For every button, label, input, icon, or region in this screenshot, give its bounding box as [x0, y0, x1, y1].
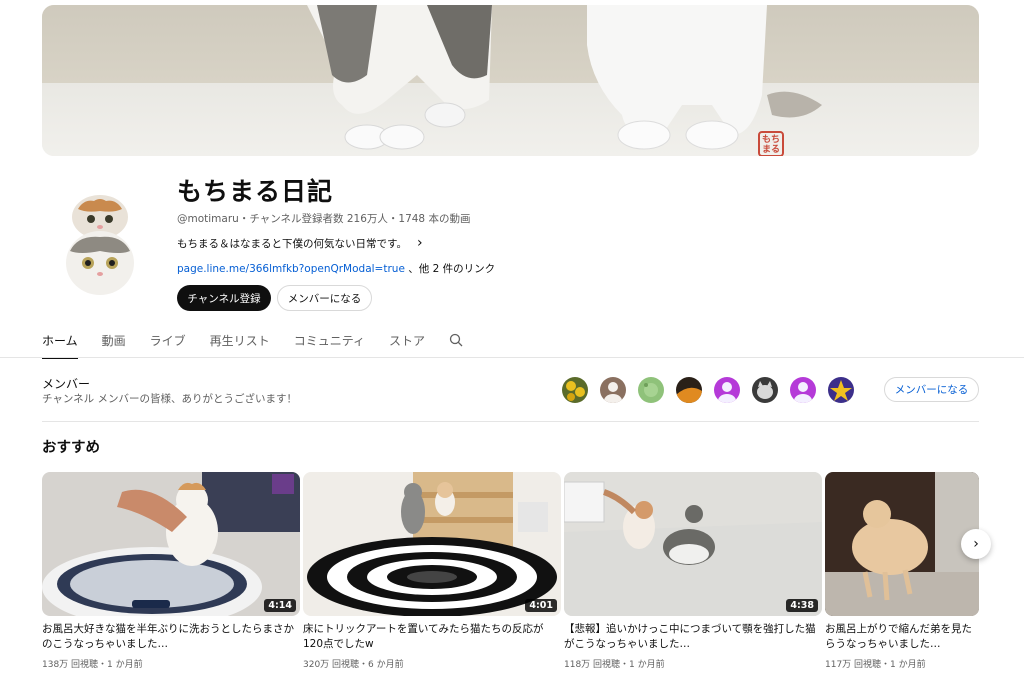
member-avatar[interactable] [828, 377, 854, 403]
banner-stamp: もち まる [758, 131, 784, 156]
video-duration: 4:14 [264, 599, 296, 612]
video-title[interactable]: 床にトリックアートを置いてみたら猫たちの反応が120点でしたw [303, 622, 561, 652]
tabs-divider [0, 357, 1024, 358]
tab-home[interactable]: ホーム [42, 326, 78, 359]
channel-links: page.line.me/366lmfkb?openQrModal=true 、… [177, 261, 495, 276]
video-card[interactable]: お風呂上がりで縮んだ弟を見たらうなっちゃいました… 117万 回視聴・1 か月前 [825, 472, 979, 670]
member-avatar[interactable] [676, 377, 702, 403]
video-thumbnail[interactable]: 4:14 [42, 472, 300, 616]
video-title[interactable]: 【悲報】追いかけっこ中につまづいて顎を強打した猫がこうなっちゃいました… [564, 622, 822, 652]
video-title[interactable]: お風呂大好きな猫を半年ぶりに洗おうとしたらまさかのこうなっちゃいました… [42, 622, 300, 652]
member-avatar[interactable] [562, 377, 588, 403]
members-join-button[interactable]: メンバーになる [884, 377, 979, 402]
channel-banner: もち まる [42, 5, 979, 156]
channel-title: もちまる日記 [177, 177, 334, 206]
channel-description[interactable]: もちまる＆はなまると下僕の何気ない日常です。 › [177, 235, 423, 251]
video-meta: 138万 回視聴・1 か月前 [42, 660, 143, 670]
tab-playlists[interactable]: 再生リスト [210, 326, 270, 358]
channel-avatar [66, 195, 134, 295]
join-membership-button[interactable]: メンバーになる [277, 285, 372, 311]
members-title: メンバー [42, 377, 91, 391]
recommended-title: おすすめ [42, 440, 100, 456]
video-thumbnail[interactable]: 4:38 [564, 472, 822, 616]
tab-videos[interactable]: 動画 [102, 326, 126, 358]
video-meta: 117万 回視聴・1 か月前 [825, 660, 926, 670]
video-meta: 320万 回視聴・6 か月前 [303, 660, 404, 670]
member-avatar[interactable] [752, 377, 778, 403]
chevron-right-icon: › [973, 536, 979, 552]
member-avatar[interactable] [790, 377, 816, 403]
video-thumbnail[interactable] [825, 472, 979, 616]
channel-meta: @motimaru・チャンネル登録者数 216万人・1748 本の動画 [177, 213, 471, 225]
carousel-next-button[interactable]: › [961, 529, 991, 559]
video-duration: 4:01 [525, 599, 557, 612]
banner-floor [42, 83, 979, 156]
member-avatar[interactable] [600, 377, 626, 403]
video-duration: 4:38 [786, 599, 818, 612]
channel-description-text: もちまる＆はなまると下僕の何気ない日常です。 [177, 237, 407, 250]
tab-store[interactable]: ストア [389, 326, 425, 358]
channel-link-url[interactable]: page.line.me/366lmfkb?openQrModal=true [177, 263, 405, 275]
video-title[interactable]: お風呂上がりで縮んだ弟を見たらうなっちゃいました… [825, 622, 979, 652]
member-avatar-list [562, 377, 854, 403]
channel-link-more[interactable]: 、他 2 件のリンク [408, 263, 495, 275]
members-subtitle: チャンネル メンバーの皆様、ありがとうございます！ [42, 393, 298, 405]
member-avatar[interactable] [714, 377, 740, 403]
subscribe-button[interactable]: チャンネル登録 [177, 285, 271, 311]
video-thumbnail[interactable]: 4:01 [303, 472, 561, 616]
tab-community[interactable]: コミュニティ [294, 326, 365, 358]
video-card[interactable]: 4:14 お風呂大好きな猫を半年ぶりに洗おうとしたらまさかのこうなっちゃいました… [42, 472, 300, 670]
search-icon[interactable] [449, 333, 463, 347]
section-divider [42, 421, 979, 422]
video-card[interactable]: 4:38 【悲報】追いかけっこ中につまづいて顎を強打した猫がこうなっちゃいました… [564, 472, 822, 670]
banner-cat-right-image [587, 5, 822, 150]
video-meta: 118万 回視聴・1 か月前 [564, 660, 665, 670]
chevron-right-icon: › [416, 235, 423, 251]
channel-tabs: ホーム 動画 ライブ 再生リスト コミュニティ ストア [42, 326, 463, 359]
tab-live[interactable]: ライブ [150, 326, 186, 358]
banner-wall [42, 5, 979, 83]
video-card[interactable]: 4:01 床にトリックアートを置いてみたら猫たちの反応が120点でしたw 320… [303, 472, 561, 670]
member-avatar[interactable] [638, 377, 664, 403]
banner-cat-left-image [307, 5, 492, 150]
